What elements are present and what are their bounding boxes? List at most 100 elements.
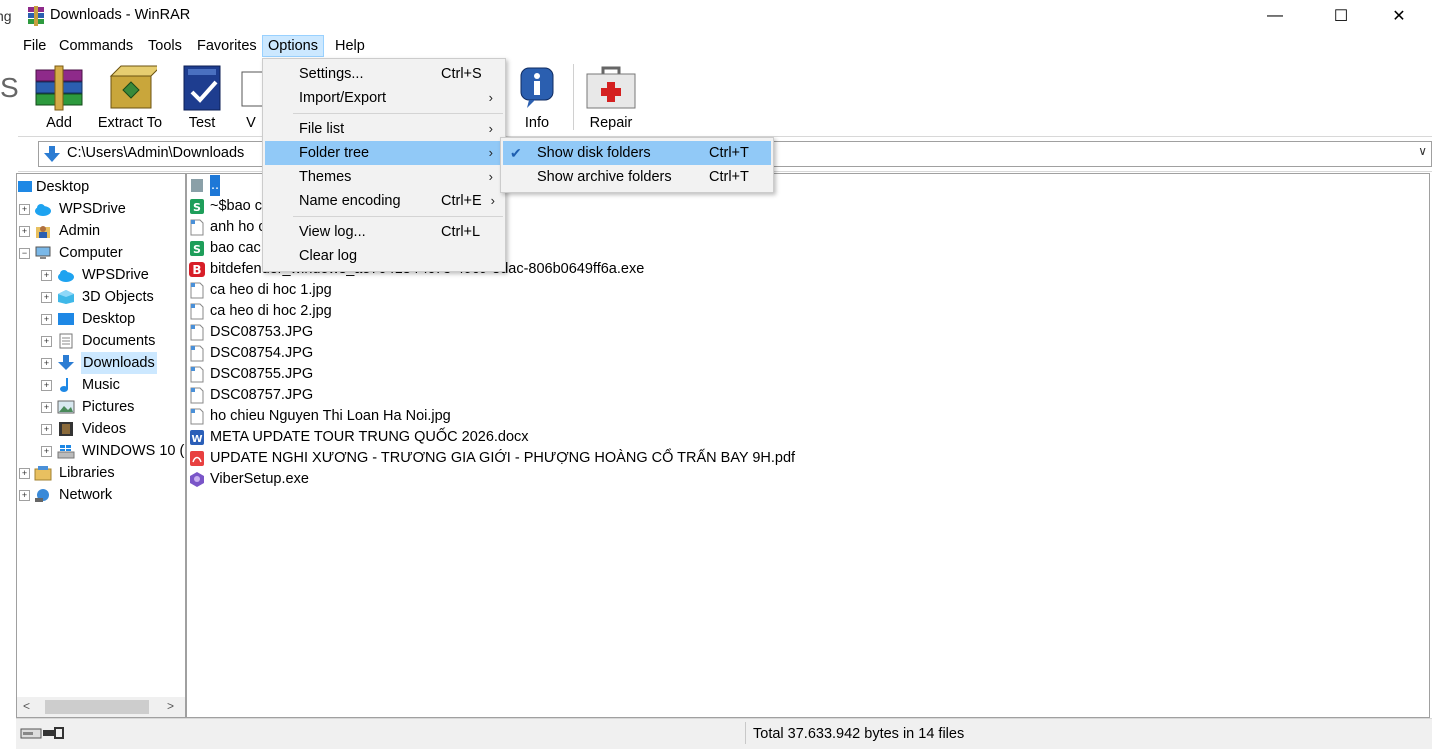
minimize-button[interactable]: — bbox=[1246, 0, 1304, 32]
tree-item-videos[interactable]: + Videos bbox=[17, 418, 185, 440]
info-button[interactable]: Info bbox=[502, 62, 572, 132]
menu-item-show-archive-folders[interactable]: Show archive folders Ctrl+T bbox=[503, 165, 771, 189]
expand-icon[interactable]: + bbox=[41, 314, 52, 325]
add-label: Add bbox=[46, 115, 72, 131]
tree-item-desktop[interactable]: + Desktop bbox=[17, 308, 185, 330]
expand-icon[interactable]: + bbox=[41, 358, 52, 369]
path-text: C:\Users\Admin\Downloads bbox=[67, 145, 245, 161]
tree-item-desktop-root[interactable]: Desktop bbox=[17, 176, 177, 198]
title-bar[interactable]: Downloads - WinRAR — ☐ ✕ bbox=[18, 0, 1432, 34]
tree-item-pictures[interactable]: + Pictures bbox=[17, 396, 185, 418]
background-partial-letter: S bbox=[0, 72, 19, 103]
close-button[interactable]: ✕ bbox=[1370, 0, 1428, 32]
tree-item-3d-objects[interactable]: + 3D Objects bbox=[17, 286, 185, 308]
winrar-app-icon bbox=[28, 6, 44, 26]
menu-item-clear-log[interactable]: Clear log bbox=[265, 244, 503, 268]
tree-item-wpsdrive[interactable]: + WPSDrive bbox=[17, 198, 177, 220]
bitdefender-icon: B bbox=[189, 262, 205, 277]
maximize-button[interactable]: ☐ bbox=[1312, 0, 1370, 32]
scrollbar-thumb[interactable] bbox=[45, 700, 149, 714]
desktop-icon bbox=[58, 313, 74, 325]
expand-icon[interactable]: + bbox=[41, 402, 52, 413]
word-letter: W bbox=[191, 434, 202, 445]
expand-icon[interactable]: + bbox=[19, 490, 30, 501]
chevron-right-icon: › bbox=[488, 90, 493, 105]
downloads-arrow-icon bbox=[44, 146, 60, 162]
tree-item-documents[interactable]: + Documents bbox=[17, 330, 185, 352]
spreadsheet-letter: S bbox=[193, 201, 201, 214]
tree-item-windows-drive[interactable]: + WINDOWS 10 ( bbox=[17, 440, 185, 462]
desktop-icon bbox=[18, 181, 32, 192]
computer-icon bbox=[35, 246, 51, 259]
menu-item-show-disk-folders[interactable]: ✔ Show disk folders Ctrl+T bbox=[503, 141, 771, 165]
expand-icon[interactable]: + bbox=[19, 226, 30, 237]
menu-item-file-list[interactable]: File list › bbox=[265, 117, 503, 141]
menu-help[interactable]: Help bbox=[330, 36, 370, 56]
libraries-icon bbox=[34, 466, 52, 481]
chevron-right-icon: › bbox=[488, 145, 493, 160]
menu-separator bbox=[293, 216, 503, 217]
add-button[interactable]: Add bbox=[24, 62, 94, 132]
tree-item-network[interactable]: + Network bbox=[17, 484, 177, 506]
expand-icon[interactable]: + bbox=[41, 336, 52, 347]
expand-icon[interactable]: + bbox=[41, 424, 52, 435]
expand-icon[interactable]: + bbox=[41, 446, 52, 457]
scroll-left-icon[interactable]: < bbox=[23, 699, 30, 713]
image-file-icon bbox=[190, 408, 204, 425]
tree-item-libraries[interactable]: + Libraries bbox=[17, 462, 177, 484]
image-file-icon bbox=[190, 324, 204, 341]
menu-item-import-export[interactable]: Import/Export › bbox=[265, 86, 503, 110]
chevron-right-icon: › bbox=[488, 169, 493, 184]
menu-item-view-log[interactable]: View log... Ctrl+L bbox=[265, 220, 503, 244]
options-menu: Settings... Ctrl+S Import/Export › File … bbox=[262, 58, 506, 272]
image-file-icon bbox=[190, 366, 204, 383]
repair-label: Repair bbox=[589, 115, 633, 131]
menu-commands[interactable]: Commands bbox=[54, 36, 138, 56]
image-file-icon bbox=[190, 345, 204, 362]
chevron-right-icon: › bbox=[488, 121, 493, 136]
menu-bar: File Commands Tools Favorites Options He… bbox=[18, 34, 1432, 58]
user-folder-icon bbox=[36, 226, 50, 238]
window-title: Downloads - WinRAR bbox=[50, 7, 191, 23]
repair-button[interactable]: Repair bbox=[576, 62, 646, 132]
menu-options[interactable]: Options bbox=[262, 35, 324, 57]
expand-icon[interactable]: + bbox=[41, 270, 52, 281]
extract-to-button[interactable]: Extract To bbox=[96, 62, 164, 132]
collapse-icon[interactable]: − bbox=[19, 248, 30, 259]
image-file-icon bbox=[190, 387, 204, 404]
tree-item-wpsdrive-computer[interactable]: + WPSDrive bbox=[17, 264, 185, 286]
tree-horizontal-scrollbar[interactable]: < > bbox=[17, 697, 185, 717]
cloud-icon bbox=[58, 270, 74, 282]
checkmark-icon: ✔ bbox=[510, 145, 522, 161]
expand-icon[interactable]: + bbox=[19, 468, 30, 479]
expand-icon[interactable]: + bbox=[19, 204, 30, 215]
tree-item-computer[interactable]: − Computer bbox=[17, 242, 177, 264]
menu-favorites[interactable]: Favorites bbox=[192, 36, 262, 56]
background-partial-text: ng bbox=[0, 8, 12, 24]
pdf-file-icon bbox=[190, 451, 204, 466]
network-icon bbox=[35, 489, 49, 502]
menu-item-themes[interactable]: Themes › bbox=[265, 165, 503, 189]
windows-drive-icon bbox=[57, 445, 75, 459]
menu-file[interactable]: File bbox=[18, 36, 51, 56]
test-button[interactable]: Test bbox=[168, 62, 236, 132]
expand-icon[interactable]: + bbox=[41, 380, 52, 391]
tree-item-downloads[interactable]: + Downloads bbox=[17, 352, 185, 374]
menu-tools[interactable]: Tools bbox=[143, 36, 187, 56]
scroll-right-icon[interactable]: > bbox=[167, 699, 174, 713]
folder-tree: Desktop + WPSDrive + Admin − Computer + … bbox=[16, 173, 186, 718]
menu-item-folder-tree[interactable]: Folder tree › bbox=[265, 141, 503, 165]
tree-item-admin[interactable]: + Admin bbox=[17, 220, 177, 242]
add-archive-icon bbox=[35, 65, 83, 111]
menu-item-settings[interactable]: Settings... Ctrl+S bbox=[265, 62, 503, 86]
tree-item-music[interactable]: + Music bbox=[17, 374, 185, 396]
test-label: Test bbox=[188, 115, 216, 131]
viber-setup-icon bbox=[190, 472, 204, 487]
music-note-icon bbox=[60, 378, 68, 392]
menu-separator bbox=[293, 113, 503, 114]
expand-icon[interactable]: + bbox=[41, 292, 52, 303]
status-bar: Total 37.633.942 bytes in 14 files bbox=[16, 718, 1432, 749]
chevron-down-icon[interactable]: ∨ bbox=[1418, 144, 1427, 158]
key-lock-icon bbox=[43, 727, 64, 739]
menu-item-name-encoding[interactable]: Name encoding Ctrl+E › bbox=[265, 189, 503, 213]
